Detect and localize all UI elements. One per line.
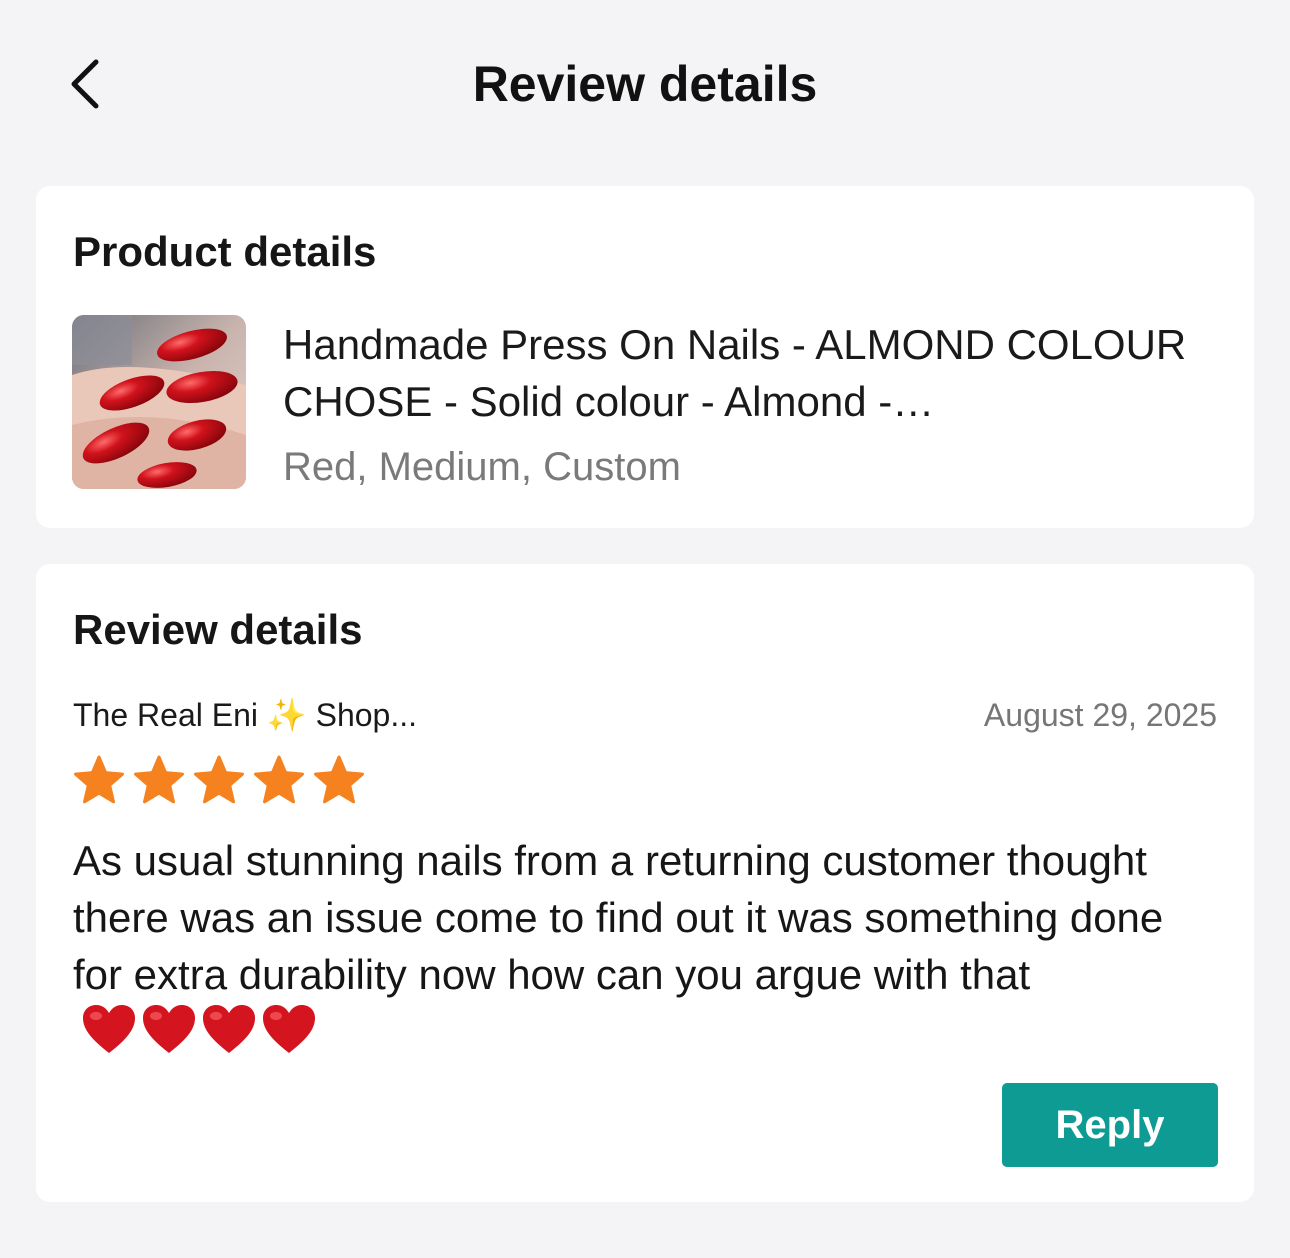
star-icon (134, 755, 184, 804)
review-date: August 29, 2025 (983, 697, 1217, 733)
star-rating (72, 754, 366, 808)
star-icon (194, 755, 244, 804)
heart-icon (263, 1005, 315, 1053)
heart-icon (203, 1005, 255, 1053)
star-icon (254, 755, 304, 804)
header: Review details (0, 0, 1290, 170)
product-thumbnail[interactable] (72, 315, 246, 489)
review-section-title: Review details (73, 606, 363, 653)
star-icon (74, 755, 124, 804)
review-text: As usual stunning nails from a returning… (73, 832, 1223, 1061)
star-icon (314, 755, 364, 804)
reviewer-name: The Real Eni ✨ Shop... (73, 697, 418, 733)
product-section-title: Product details (73, 228, 377, 275)
heart-icon (143, 1005, 195, 1053)
review-details-card: Review details The Real Eni ✨ Shop... Au… (36, 564, 1254, 1202)
product-details-card: Product details Handmade Press On Nails … (36, 186, 1254, 528)
heart-icon (83, 1005, 135, 1053)
reply-button[interactable]: Reply (1002, 1083, 1218, 1167)
page-title: Review details (472, 56, 818, 112)
product-name[interactable]: Handmade Press On Nails - ALMOND COLOUR … (283, 316, 1203, 430)
product-image (72, 315, 246, 489)
review-emoji (81, 1003, 317, 1055)
product-variant: Red, Medium, Custom (283, 445, 681, 489)
review-body: As usual stunning nails from a returning… (73, 837, 1164, 998)
